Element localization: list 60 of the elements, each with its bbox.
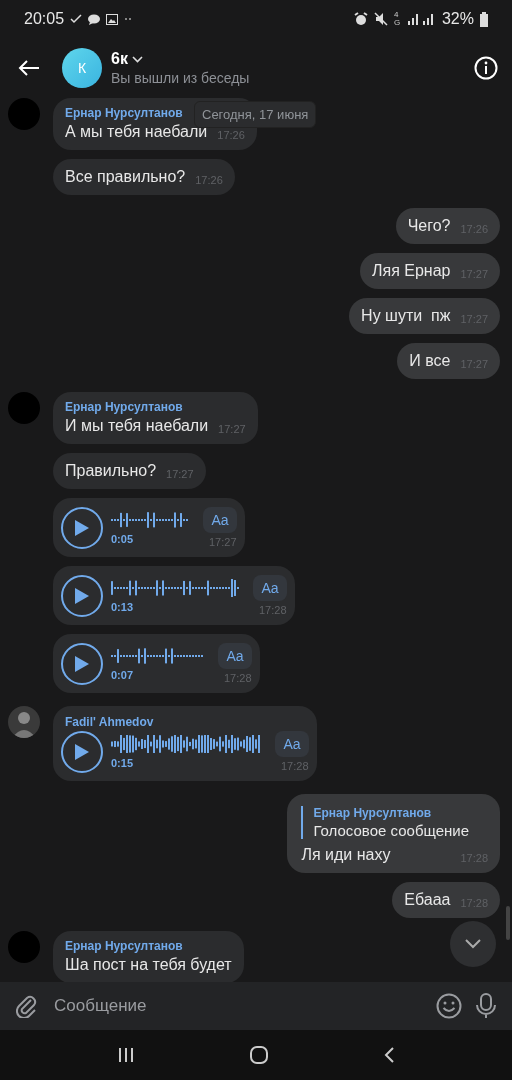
attach-icon[interactable]: [16, 994, 38, 1018]
sender-name[interactable]: Ернар Нурсултанов: [65, 106, 183, 120]
mute-icon: [373, 12, 388, 26]
chat-icon: [88, 13, 101, 25]
mic-icon[interactable]: [476, 993, 496, 1019]
home-icon[interactable]: [250, 1046, 268, 1064]
message-text: Ебааа: [404, 890, 451, 910]
sender-name[interactable]: Fadil' Ahmedov: [65, 715, 154, 729]
message-text: Чего?: [407, 216, 451, 236]
status-time: 20:05: [24, 10, 65, 28]
composer-bar[interactable]: Сообщение: [0, 982, 512, 1030]
date-label: Сегодня, 17 июня: [194, 101, 317, 128]
chevron-down-icon: [465, 939, 481, 949]
voice-duration: 0:15: [111, 757, 135, 769]
reply-quote[interactable]: Ернар Нурсултанов Голосовое сообщение: [301, 806, 488, 839]
back-icon[interactable]: [384, 1047, 394, 1063]
more-icon: [124, 17, 133, 21]
play-button[interactable]: [61, 643, 103, 685]
play-icon: [74, 655, 90, 673]
sender-name[interactable]: Ернар Нурсултанов: [65, 939, 183, 953]
message-text: Ша пост на тебя будет: [65, 955, 232, 975]
play-button[interactable]: [61, 731, 103, 773]
transcribe-button[interactable]: Aa: [253, 575, 287, 601]
scroll-down-button[interactable]: [450, 921, 496, 967]
image-icon: [106, 13, 119, 25]
play-button[interactable]: [61, 575, 103, 617]
message-text: Правильно?: [65, 461, 157, 481]
voice-duration: 0:07: [111, 669, 135, 681]
info-icon[interactable]: [474, 56, 498, 80]
message-text: Ну шути пж: [361, 306, 451, 326]
message-text: И все: [409, 351, 451, 371]
chevron-down-icon[interactable]: [131, 55, 143, 63]
smile-icon[interactable]: [436, 993, 462, 1019]
quoted-sender: Ернар Нурсултанов: [313, 806, 433, 820]
quoted-text: Голосовое сообщение: [313, 822, 470, 839]
recent-apps-icon[interactable]: [118, 1047, 134, 1063]
chat-title[interactable]: 6к: [111, 50, 128, 68]
play-icon: [74, 743, 90, 761]
alarm-icon: [353, 12, 368, 26]
voice-duration: 0:05: [111, 533, 135, 545]
play-icon: [74, 587, 90, 605]
message-input[interactable]: Сообщение: [52, 995, 422, 1017]
user-avatar[interactable]: [8, 706, 40, 738]
battery-icon: [480, 11, 488, 27]
battery-percent: 32%: [441, 10, 474, 28]
play-button[interactable]: [61, 507, 103, 549]
message-text: Ля иди наху: [301, 845, 391, 865]
message-text: Все правильно?: [65, 167, 186, 187]
transcribe-button[interactable]: Aa: [203, 507, 237, 533]
message-text: И мы тебя наебали: [65, 416, 209, 436]
signal-icon: [407, 13, 436, 25]
message-text: Ляя Ернар: [372, 261, 451, 281]
play-icon: [74, 519, 90, 537]
chat-subtitle: Вы вышли из беседы: [111, 70, 251, 86]
transcribe-button[interactable]: Aa: [275, 731, 309, 757]
voice-duration: 0:13: [111, 601, 135, 613]
check-icon: [70, 14, 83, 24]
transcribe-button[interactable]: Aa: [218, 643, 252, 669]
network-type: 4G: [393, 11, 402, 27]
sender-name[interactable]: Ернар Нурсултанов: [65, 400, 183, 414]
